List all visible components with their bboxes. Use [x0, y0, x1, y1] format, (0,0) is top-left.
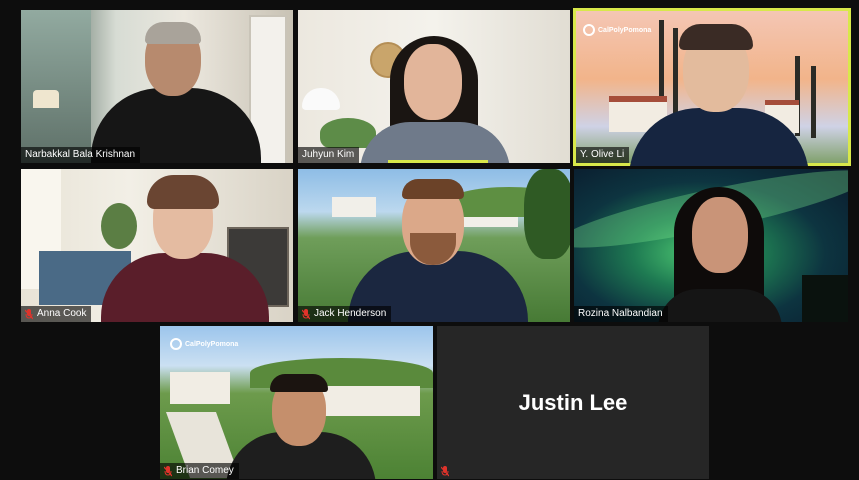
video-tile-olive[interactable]: CalPolyPomona Y. Olive Li	[573, 8, 851, 166]
logo-ring-icon	[170, 338, 182, 350]
campus-logo: CalPolyPomona	[170, 338, 238, 350]
name-label: Y. Olive Li	[576, 147, 630, 163]
name-label: Brian Comey	[160, 463, 239, 479]
participant-body	[360, 122, 510, 163]
video-tile-juhyun[interactable]: Juhyun Kim	[298, 10, 570, 163]
name-label: Narbakkal Bala Krishnan	[21, 147, 141, 163]
participant-head	[404, 44, 462, 120]
name-label	[437, 464, 454, 479]
logo-ring-icon	[583, 24, 595, 36]
participant-hair	[679, 24, 753, 50]
active-speaker-underline	[388, 160, 488, 163]
participant-head	[692, 197, 748, 273]
campus-logo: CalPolyPomona	[583, 24, 651, 36]
muted-mic-icon	[302, 308, 310, 319]
background-lamp	[33, 90, 59, 108]
participant-hair	[147, 175, 219, 209]
name-label: Jack Henderson	[298, 306, 392, 322]
building	[332, 197, 376, 217]
video-tile-rozina[interactable]: Rozina Nalbandian	[574, 169, 848, 322]
tree	[524, 169, 570, 259]
lamp	[302, 88, 340, 110]
name-label: Rozina Nalbandian	[574, 306, 668, 322]
video-tile-anna[interactable]: Anna Cook	[21, 169, 293, 322]
muted-mic-icon	[25, 308, 33, 319]
building	[170, 372, 230, 404]
name-label: Anna Cook	[21, 306, 92, 322]
participant-hair	[402, 179, 464, 199]
participant-hair	[270, 374, 328, 392]
video-tile-justin[interactable]: Justin Lee	[437, 326, 709, 479]
background-window	[21, 10, 91, 163]
video-tile-narbakkal[interactable]: Narbakkal Bala Krishnan	[21, 10, 293, 163]
video-tile-jack[interactable]: Jack Henderson	[298, 169, 570, 322]
participant-hair	[145, 22, 201, 44]
participant-name-display: Justin Lee	[518, 389, 628, 415]
name-label: Juhyun Kim	[298, 147, 360, 163]
palm-tree	[811, 66, 816, 138]
muted-mic-icon	[441, 466, 449, 477]
tree-silhouette	[802, 275, 848, 322]
muted-mic-icon	[164, 465, 172, 476]
video-tile-brian[interactable]: CalPolyPomona Brian Comey	[160, 326, 433, 479]
plant	[101, 203, 137, 249]
